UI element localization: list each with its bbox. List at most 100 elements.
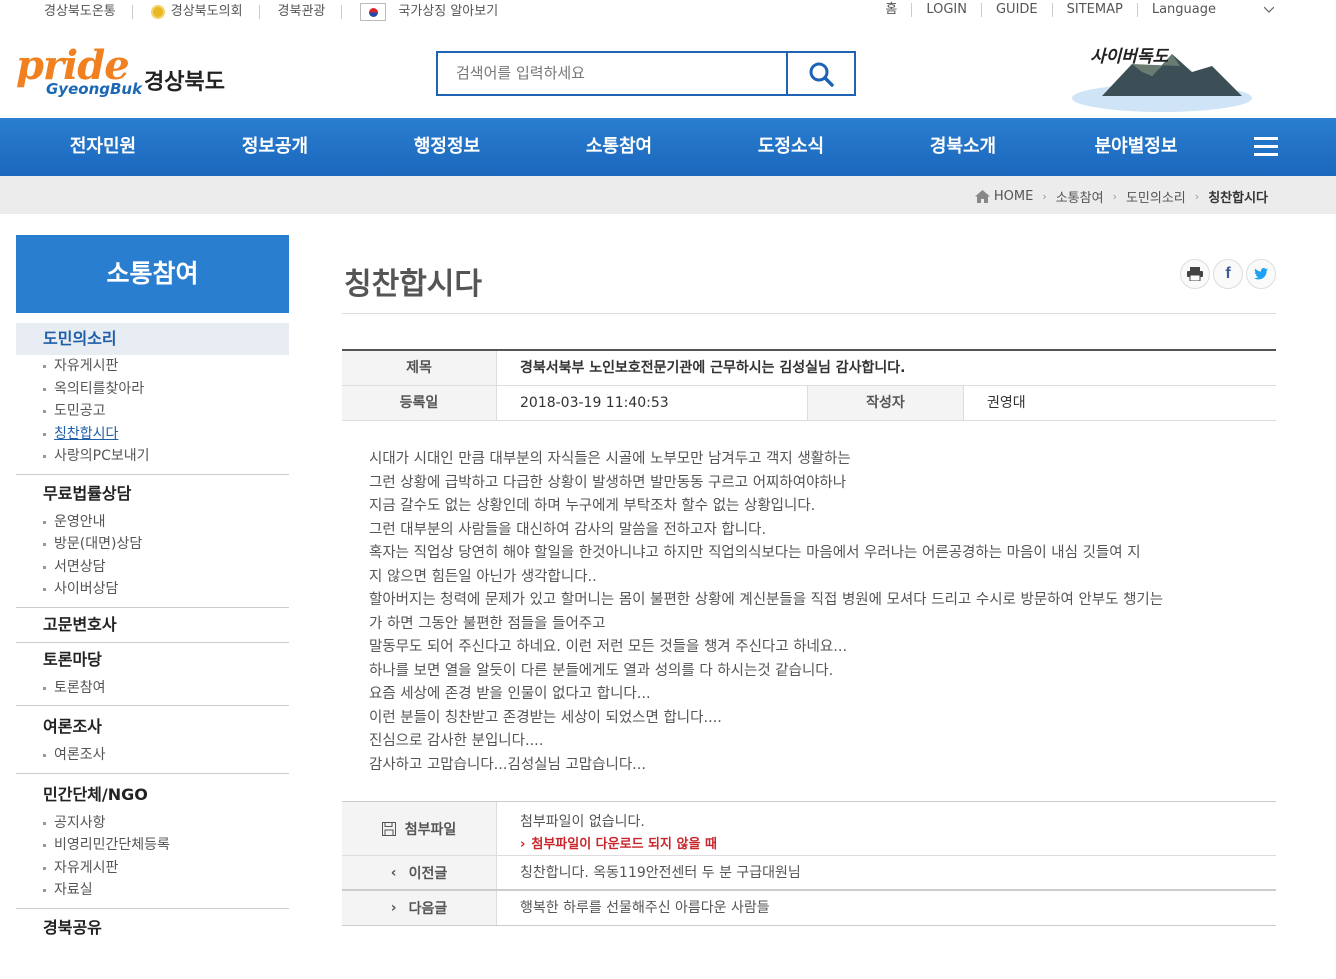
- sidebar-head-ngo[interactable]: 민간단체/NGO: [16, 778, 289, 812]
- sidebar-head-citizen-voice[interactable]: 도민의소리: [16, 323, 289, 355]
- body-line: 감사하고 고맙습니다...김성실님 고맙습니다...: [369, 756, 646, 773]
- sidebar-group-citizen-voice: 도민의소리 자유게시판 옥의티를찾아라 도민공고 칭찬합시다 사랑의PC보내기: [16, 323, 289, 475]
- sidebar-head-survey[interactable]: 여론조사: [16, 710, 289, 744]
- print-icon[interactable]: [1180, 259, 1210, 289]
- prev-label: 이전글: [408, 865, 448, 882]
- post-author: 권영대: [987, 395, 1026, 411]
- body-line: 혹자는 직업상 당연히 해야 할일을 한것아니냐고 하지만 직업의식보다는 마음…: [369, 545, 1141, 561]
- sidebar-item-pc-donation[interactable]: 사랑의PC보내기: [16, 445, 289, 468]
- top-link-guide[interactable]: GUIDE: [980, 3, 1052, 17]
- nav-item-participation[interactable]: 소통참여: [576, 118, 662, 176]
- post-meta-row: 등록일 2018-03-19 11:40:53 작성자 권영대: [342, 386, 1276, 421]
- post-footer-table: 첨부파일 첨부파일이 없습니다. › 첨부파일이 다운로드 되지 않을 때 ‹ 이…: [342, 801, 1276, 926]
- chevron-right-icon: ›: [390, 900, 397, 916]
- logo-province-name: 경상북도: [144, 70, 225, 95]
- sidebar-title: 소통참여: [16, 235, 289, 313]
- sidebar-item-debate-join[interactable]: 토론참여: [16, 677, 289, 700]
- next-post-title[interactable]: 행복한 하루를 선물해주신 아름다운 사람들: [497, 891, 770, 925]
- chevron-left-icon: ‹: [390, 864, 397, 881]
- sidebar-head-share[interactable]: 경북공유: [16, 911, 289, 945]
- breadcrumb: HOME › 소통참여 › 도민의소리 › 칭찬합시다: [974, 187, 1268, 206]
- breadcrumb-home[interactable]: HOME: [994, 189, 1033, 204]
- chevron-down-icon[interactable]: [1264, 4, 1274, 14]
- chevron-right-icon: ›: [1194, 190, 1200, 203]
- sidebar-group-ngo: 민간단체/NGO 공지사항 비영리민간단체등록 자유게시판 자료실: [16, 778, 289, 909]
- body-line: 시대가 시대인 만큼 대부분의 자식들은 시골에 노부모만 남겨두고 객지 생활…: [369, 451, 851, 467]
- sidebar-item-ngo-board[interactable]: 자유게시판: [16, 857, 289, 880]
- body-line: 진심으로 감사한 분입니다....: [369, 733, 544, 749]
- top-utility-bar: 경상북도온통 경상북도의회 경북관광 국가상징 알아보기 홈 LOGIN GUI…: [0, 0, 1336, 24]
- council-seal-icon: [150, 5, 165, 19]
- prev-post-row[interactable]: ‹ 이전글 칭찬합니다. 옥동119안전센터 두 분 구급대원님: [342, 856, 1276, 891]
- sidebar-item-free-board[interactable]: 자유게시판: [16, 355, 289, 378]
- sidebar-head-advisors[interactable]: 고문변호사: [16, 608, 289, 642]
- nav-item-e-civil[interactable]: 전자민원: [60, 118, 146, 176]
- top-link-tourism[interactable]: 경북관광: [278, 5, 343, 19]
- sidebar-group-debate: 토론마당 토론참여: [16, 643, 289, 706]
- top-link-home[interactable]: 홈: [871, 3, 911, 17]
- top-link-council[interactable]: 경상북도의회: [150, 5, 260, 19]
- sidebar-item-visit-consult[interactable]: 방문(대면)상담: [16, 533, 289, 556]
- sidebar-item-legal-guide[interactable]: 운영안내: [16, 511, 289, 534]
- post-title-row: 제목 경북서북부 노인보호전문기관에 근무하시는 김성실님 감사합니다.: [342, 351, 1276, 386]
- sidebar-head-legal[interactable]: 무료법률상담: [16, 477, 289, 511]
- label-title: 제목: [342, 351, 497, 385]
- top-link-sitemap[interactable]: SITEMAP: [1051, 3, 1137, 17]
- breadcrumb-current: 칭찬합시다: [1208, 191, 1268, 206]
- body-line: 할아버지는 청력에 문제가 있고 할머니는 몸이 불편한 상황에 계신분들을 직…: [369, 592, 1164, 608]
- chevron-right-icon: ›: [520, 837, 526, 852]
- post-date: 2018-03-19 11:40:53: [497, 386, 808, 420]
- next-label-cell: › 다음글: [342, 891, 497, 925]
- body-line: 이런 분들이 칭찬받고 존경받는 세상이 되었스면 합니다....: [369, 709, 722, 726]
- sidebar-item-citizen-notice[interactable]: 도민공고: [16, 400, 289, 423]
- nav-item-by-field[interactable]: 분야별정보: [1084, 118, 1188, 176]
- breadcrumb-participation[interactable]: 소통참여: [1056, 187, 1104, 206]
- prev-post-title[interactable]: 칭찬합니다. 옥동119안전센터 두 분 구급대원님: [497, 856, 801, 889]
- nav-item-admin-info[interactable]: 행정정보: [404, 118, 490, 176]
- hamburger-menu-icon[interactable]: [1254, 137, 1278, 157]
- search-button[interactable]: [786, 53, 854, 94]
- attachment-label-cell: 첨부파일: [342, 802, 497, 855]
- search-icon: [809, 62, 834, 87]
- next-label: 다음글: [408, 901, 448, 917]
- sidebar-item-survey[interactable]: 여론조사: [16, 744, 289, 767]
- body-line: 하나를 보면 열을 알듯이 다른 분들에게도 열과 성의를 다 하시는것 같습니…: [369, 662, 834, 679]
- search-input[interactable]: 검색어를 입력하세요: [438, 53, 788, 94]
- attachment-help-link[interactable]: › 첨부파일이 다운로드 되지 않을 때: [520, 833, 717, 856]
- sidebar-item-praise[interactable]: 칭찬합시다: [16, 423, 289, 446]
- body-line: 지금 갈수도 없는 상황인데 하며 누구에게 부탁조차 할수 없는 상황입니다.: [369, 498, 816, 514]
- post-body: 시대가 시대인 만큼 대부분의 자식들은 시골에 노부모만 남겨두고 객지 생활…: [369, 448, 1259, 777]
- body-line: 말동무도 되어 주신다고 하네요. 이런 저런 모든 것들을 챙겨 주신다고 하…: [369, 639, 848, 655]
- sidebar-head-debate[interactable]: 토론마당: [16, 643, 289, 677]
- nav-item-info-disclosure[interactable]: 정보공개: [232, 118, 318, 176]
- language-select[interactable]: Language: [1136, 3, 1230, 17]
- top-link-national-symbols[interactable]: 국가상징 알아보기: [360, 3, 514, 21]
- sidebar-item-find-flaws[interactable]: 옥의티를찾아라: [16, 378, 289, 401]
- logo-gyeongbuk-text: GyeongBuk: [46, 80, 143, 98]
- attachment-label: 첨부파일: [404, 821, 457, 838]
- breadcrumb-citizen-voice[interactable]: 도민의소리: [1126, 187, 1186, 206]
- top-link-onttong[interactable]: 경상북도온통: [44, 5, 133, 19]
- site-logo[interactable]: pride GyeongBuk 경상북도: [16, 42, 238, 104]
- sidebar-item-ngo-register[interactable]: 비영리민간단체등록: [16, 834, 289, 857]
- sidebar-item-ngo-notice[interactable]: 공지사항: [16, 812, 289, 835]
- search-box: 검색어를 입력하세요: [436, 51, 856, 96]
- sidebar-item-cyber-consult[interactable]: 사이버상담: [16, 578, 289, 601]
- korean-flag-icon: [360, 3, 387, 21]
- post-title: 경북서북부 노인보호전문기관에 근무하시는 김성실님 감사합니다.: [520, 360, 906, 376]
- label-date: 등록일: [342, 386, 497, 420]
- home-icon: [974, 190, 990, 203]
- top-link-login[interactable]: LOGIN: [911, 3, 981, 17]
- cyber-dokdo-banner[interactable]: 사이버독도: [1062, 36, 1262, 116]
- sidebar-item-ngo-archive[interactable]: 자료실: [16, 879, 289, 902]
- sidebar-item-written-consult[interactable]: 서면상담: [16, 556, 289, 579]
- twitter-icon[interactable]: [1246, 259, 1276, 289]
- facebook-icon[interactable]: f: [1213, 259, 1243, 289]
- body-line: 요즘 세상에 존경 받을 인물이 없다고 합니다...: [369, 686, 651, 702]
- dokdo-label: 사이버독도: [1090, 47, 1169, 67]
- next-post-row[interactable]: › 다음글 행복한 하루를 선물해주신 아름다운 사람들: [342, 891, 1276, 926]
- sidebar-group-legal: 무료법률상담 운영안내 방문(대면)상담 서면상담 사이버상담: [16, 477, 289, 608]
- body-line: 그런 대부분의 사람들을 대신하여 감사의 말씀을 전하고자 합니다.: [369, 521, 767, 538]
- nav-item-news[interactable]: 도정소식: [748, 118, 834, 176]
- nav-item-about[interactable]: 경북소개: [920, 118, 1006, 176]
